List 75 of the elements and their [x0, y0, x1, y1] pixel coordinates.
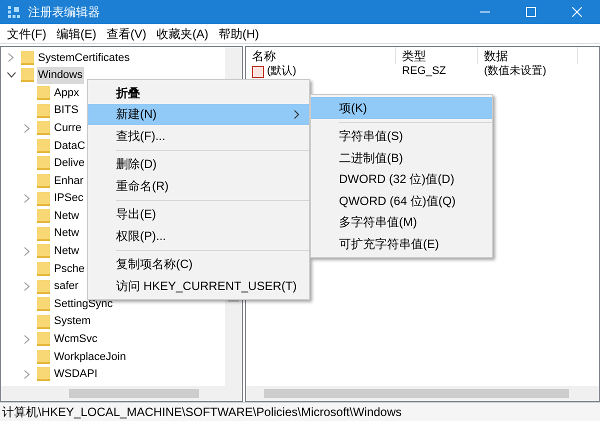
window-title: 注册表编辑器: [28, 4, 100, 21]
folder-icon: [37, 174, 50, 188]
menu-item[interactable]: 多字符串值(M): [311, 212, 492, 233]
menu-item[interactable]: 重命名(R): [88, 175, 309, 196]
column-header[interactable]: 名称: [246, 47, 396, 64]
folder-icon: [37, 332, 50, 346]
folder-icon: [37, 192, 50, 206]
maximize-icon[interactable]: [526, 7, 536, 17]
folder-icon: [37, 156, 50, 170]
tree-item[interactable]: Enhar: [53, 172, 84, 190]
folder-icon: [37, 226, 50, 241]
folder-icon: [37, 314, 50, 329]
menu-item[interactable]: 访问 HKEY_CURRENT_USER(T): [88, 275, 309, 296]
horizontal-scrollbar[interactable]: [246, 386, 599, 401]
tree-item[interactable]: WcmSvc: [53, 331, 98, 348]
tree-item[interactable]: Netw: [53, 225, 80, 242]
menu-item[interactable]: 字符串值(S): [311, 126, 492, 147]
tree-item[interactable]: IPSec: [53, 190, 84, 207]
menu-item[interactable]: 查看(V): [101, 24, 152, 42]
menu-item[interactable]: 文件(F): [2, 24, 52, 42]
menu-item[interactable]: 收藏夹(A): [151, 24, 214, 42]
tree-item[interactable]: Psche: [53, 260, 86, 278]
folder-icon: [37, 209, 50, 224]
menu-item[interactable]: 复制项名称(C): [88, 254, 309, 275]
app-icon: [8, 6, 20, 18]
scrollbar-thumb[interactable]: [264, 389, 569, 398]
status-path: 计算机\HKEY_LOCAL_MACHINE\SOFTWARE\Policies\Microsoft\Windows: [2, 404, 402, 421]
folder-icon: [21, 50, 34, 65]
folder-icon: [37, 86, 50, 100]
tree-item[interactable]: Netw: [53, 208, 80, 224]
scrollbar-thumb[interactable]: [69, 389, 199, 398]
tree-item[interactable]: Netw: [53, 243, 80, 260]
folder-icon: [37, 138, 50, 153]
folder-icon: [37, 297, 50, 312]
horizontal-scrollbar[interactable]: [1, 386, 242, 401]
column-header[interactable]: 数据: [478, 47, 578, 64]
menu-item[interactable]: 项(K): [311, 97, 492, 118]
menu-item[interactable]: 删除(D): [88, 154, 309, 175]
tree-item[interactable]: WorkplaceJoin: [53, 348, 127, 366]
folder-icon: [37, 104, 50, 118]
menu-item[interactable]: QWORD (64 位)值(Q): [311, 190, 492, 212]
table-cell-text: REG_SZ: [401, 64, 448, 80]
menu-item[interactable]: 权限(P)...: [88, 225, 309, 246]
folder-icon: [37, 280, 50, 294]
menu-item[interactable]: 导出(E): [88, 204, 309, 225]
folder-icon: [37, 262, 50, 276]
tree-item[interactable]: SettingSync: [53, 296, 114, 312]
folder-icon: [37, 367, 50, 382]
menu-item[interactable]: 可扩充字符串值(E): [311, 233, 492, 254]
menu-item[interactable]: 帮助(H): [213, 24, 264, 42]
column-header[interactable]: 类型: [396, 47, 478, 64]
folder-icon: [21, 68, 34, 82]
close-icon[interactable]: [572, 7, 582, 17]
table-cell-text: (默认): [267, 64, 296, 80]
tree-item[interactable]: Delive: [53, 155, 86, 172]
table-cell-text: (数值未设置): [483, 64, 548, 80]
tree-item[interactable]: Appx: [53, 84, 80, 102]
menu-item[interactable]: 折叠: [88, 82, 309, 104]
tree-item[interactable]: SystemCertificates: [37, 50, 131, 66]
tree-item[interactable]: DataC: [53, 138, 86, 154]
menu-item[interactable]: 编辑(E): [51, 24, 102, 42]
folder-icon: [37, 350, 50, 364]
tree-item[interactable]: System: [53, 313, 92, 330]
menu-item[interactable]: DWORD (32 位)值(D): [311, 168, 492, 190]
tree-item[interactable]: Windows: [37, 67, 84, 84]
folder-icon: [37, 121, 50, 136]
menu-item[interactable]: 查找(F)...: [88, 125, 309, 146]
tree-item[interactable]: WSDAPI: [53, 366, 98, 383]
menu-item[interactable]: 新建(N): [88, 104, 309, 125]
folder-icon: [37, 244, 50, 258]
tree-item[interactable]: safer: [53, 278, 80, 295]
tree-item[interactable]: BITS: [53, 102, 80, 119]
menu-item[interactable]: 二进制值(B): [311, 147, 492, 168]
tree-item[interactable]: Curre: [53, 120, 83, 136]
string-value-icon: [252, 66, 264, 78]
